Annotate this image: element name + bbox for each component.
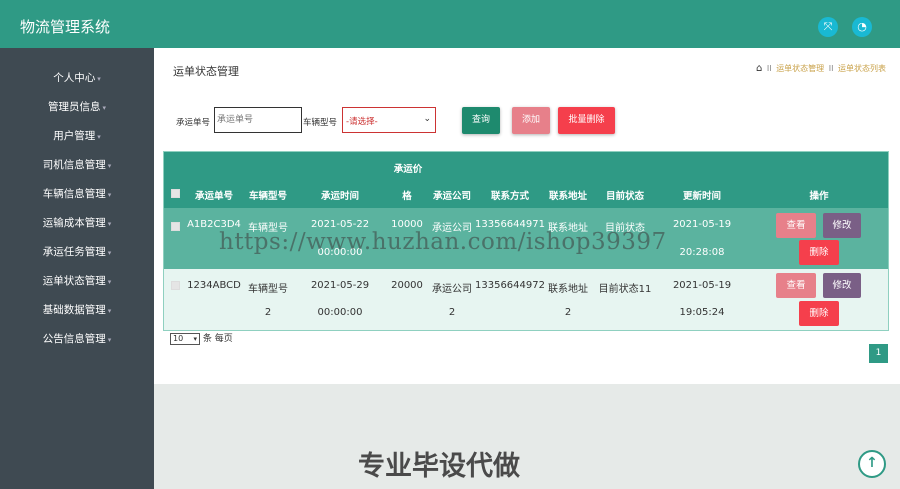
view-button[interactable]: 查看 xyxy=(776,213,816,238)
user-icon[interactable]: ◔ xyxy=(852,17,872,37)
table-row[interactable]: 1234ABCD 车辆型号 2021-05-29 20000 承运公司 1335… xyxy=(164,269,888,330)
chevron-down-icon: ▾ xyxy=(107,278,112,286)
back-to-top-icon[interactable]: ↑ xyxy=(858,450,886,478)
home-icon[interactable]: ⌂ xyxy=(756,63,762,74)
chevron-down-icon: ▾ xyxy=(193,335,197,343)
fullscreen-icon[interactable]: ⤧ xyxy=(818,17,838,37)
pagination-size: 10 ▾ 条 每页 xyxy=(170,331,233,345)
row-checkbox[interactable] xyxy=(171,281,180,290)
page-size-select[interactable]: 10 ▾ xyxy=(170,333,200,345)
column-header: 车辆型号 xyxy=(248,191,288,202)
table-cell: 19:05:24 xyxy=(679,307,725,318)
column-header: 承运单号 xyxy=(194,191,234,202)
row-checkbox[interactable] xyxy=(171,222,180,231)
view-button[interactable]: 查看 xyxy=(776,273,816,298)
query-button[interactable]: 查询 xyxy=(462,107,500,134)
sidebar-item-vehicle-info[interactable]: 车辆信息管理 ▾ xyxy=(0,180,154,209)
main-content: 运单状态管理 ⌂ II 运单状态管理 II 运单状态列表 承运单号 车辆型号 -… xyxy=(154,48,900,384)
table-cell: 1234ABCD xyxy=(187,280,241,291)
column-header: 更新时间 xyxy=(682,191,722,202)
sidebar: 个人中心 ▾ 管理员信息 ▾ 用户管理 ▾ 司机信息管理 ▾ 车辆信息管理 ▾ 运输成本管… xyxy=(0,48,154,489)
chevron-down-icon: ▾ xyxy=(102,104,106,112)
breadcrumb-item-waybill-status[interactable]: 运单状态管理 xyxy=(776,64,824,73)
table-cell: 20000 xyxy=(391,280,423,291)
batch-delete-button[interactable]: 批量删除 xyxy=(558,107,615,134)
lower-background xyxy=(154,384,900,489)
table-header: 承运价 承运单号 车辆型号 承运时间 格 承运公司 联系方式 联系地址 目前状态… xyxy=(164,152,888,208)
chevron-down-icon: ▾ xyxy=(107,162,112,170)
breadcrumb-item-waybill-list: 运单状态列表 xyxy=(838,64,886,73)
sidebar-item-admin-info[interactable]: 管理员信息 ▾ xyxy=(0,93,154,122)
vehicle-model-select[interactable]: -请选择- ⌄ xyxy=(342,107,436,133)
delete-button[interactable]: 删除 xyxy=(799,301,839,326)
table-cell: 2 xyxy=(264,307,272,318)
column-header: 联系地址 xyxy=(548,191,588,202)
watermark-text: https://www.huzhan.com/ishop39397 xyxy=(219,229,667,255)
vehicle-model-label: 车辆型号 xyxy=(303,118,338,128)
chevron-down-icon: ▾ xyxy=(107,307,112,315)
sidebar-item-transport-cost[interactable]: 运输成本管理 ▾ xyxy=(0,209,154,238)
sidebar-item-driver-info[interactable]: 司机信息管理 ▾ xyxy=(0,151,154,180)
top-navbar: 物流管理系统 ⤧ ◔ xyxy=(0,0,900,48)
sidebar-item-user-management[interactable]: 用户管理 ▾ xyxy=(0,122,154,151)
table-cell: 2 xyxy=(564,307,572,318)
table-cell: 2021-05-29 xyxy=(310,280,370,291)
chevron-down-icon: ▾ xyxy=(107,249,112,257)
breadcrumb: ⌂ II 运单状态管理 II 运单状态列表 xyxy=(756,63,886,74)
select-all-checkbox[interactable] xyxy=(171,189,180,198)
column-group-header: 承运价 xyxy=(393,164,423,175)
sidebar-item-announcement[interactable]: 公告信息管理 ▾ xyxy=(0,325,154,354)
column-header: 联系方式 xyxy=(490,191,530,202)
edit-button[interactable]: 修改 xyxy=(823,213,861,238)
column-header: 目前状态 xyxy=(605,191,645,202)
edit-button[interactable]: 修改 xyxy=(823,273,861,298)
column-header: 格 xyxy=(402,191,412,202)
per-page-label: 条 每页 xyxy=(202,334,233,344)
table-cell: 20:28:08 xyxy=(679,247,725,258)
table-cell: 承运公司 xyxy=(432,284,472,295)
sidebar-item-waybill-status[interactable]: 运单状态管理 ▾ xyxy=(0,267,154,296)
column-header: 承运公司 xyxy=(432,191,472,202)
add-button[interactable]: 添加 xyxy=(512,107,550,134)
promo-text: 专业毕设代做 xyxy=(358,451,520,482)
sidebar-item-personal-center[interactable]: 个人中心 ▾ xyxy=(0,64,154,93)
chevron-down-icon: ⌄ xyxy=(423,114,431,124)
chevron-down-icon: ▾ xyxy=(107,220,112,228)
table-cell: 13356644972 xyxy=(475,280,545,291)
table-cell: 00:00:00 xyxy=(317,307,363,318)
table-cell: 2021-05-19 xyxy=(672,280,732,291)
table-cell: 2021-05-19 xyxy=(672,219,732,230)
chevron-down-icon: ▾ xyxy=(97,133,101,141)
page-button-current[interactable]: 1 xyxy=(869,344,888,363)
table-cell: 联系地址 xyxy=(548,284,588,295)
table-cell: 2 xyxy=(448,307,456,318)
chevron-down-icon: ▾ xyxy=(107,191,112,199)
app-title: 物流管理系统 xyxy=(20,18,111,36)
sidebar-item-base-data[interactable]: 基础数据管理 ▾ xyxy=(0,296,154,325)
column-header: 承运时间 xyxy=(320,191,360,202)
carrier-number-input[interactable] xyxy=(214,107,302,133)
chevron-down-icon: ▾ xyxy=(97,75,101,83)
column-header: 操作 xyxy=(809,191,829,202)
page-title: 运单状态管理 xyxy=(173,65,239,78)
table-cell: 车辆型号 xyxy=(248,284,288,295)
sidebar-item-carrier-task[interactable]: 承运任务管理 ▾ xyxy=(0,238,154,267)
table-cell: 目前状态11 xyxy=(598,284,652,295)
search-bar: 承运单号 车辆型号 -请选择- ⌄ 查询 添加 批量删除 xyxy=(176,107,896,135)
chevron-down-icon: ▾ xyxy=(107,336,112,344)
carrier-number-label: 承运单号 xyxy=(176,118,211,128)
delete-button[interactable]: 删除 xyxy=(799,240,839,265)
